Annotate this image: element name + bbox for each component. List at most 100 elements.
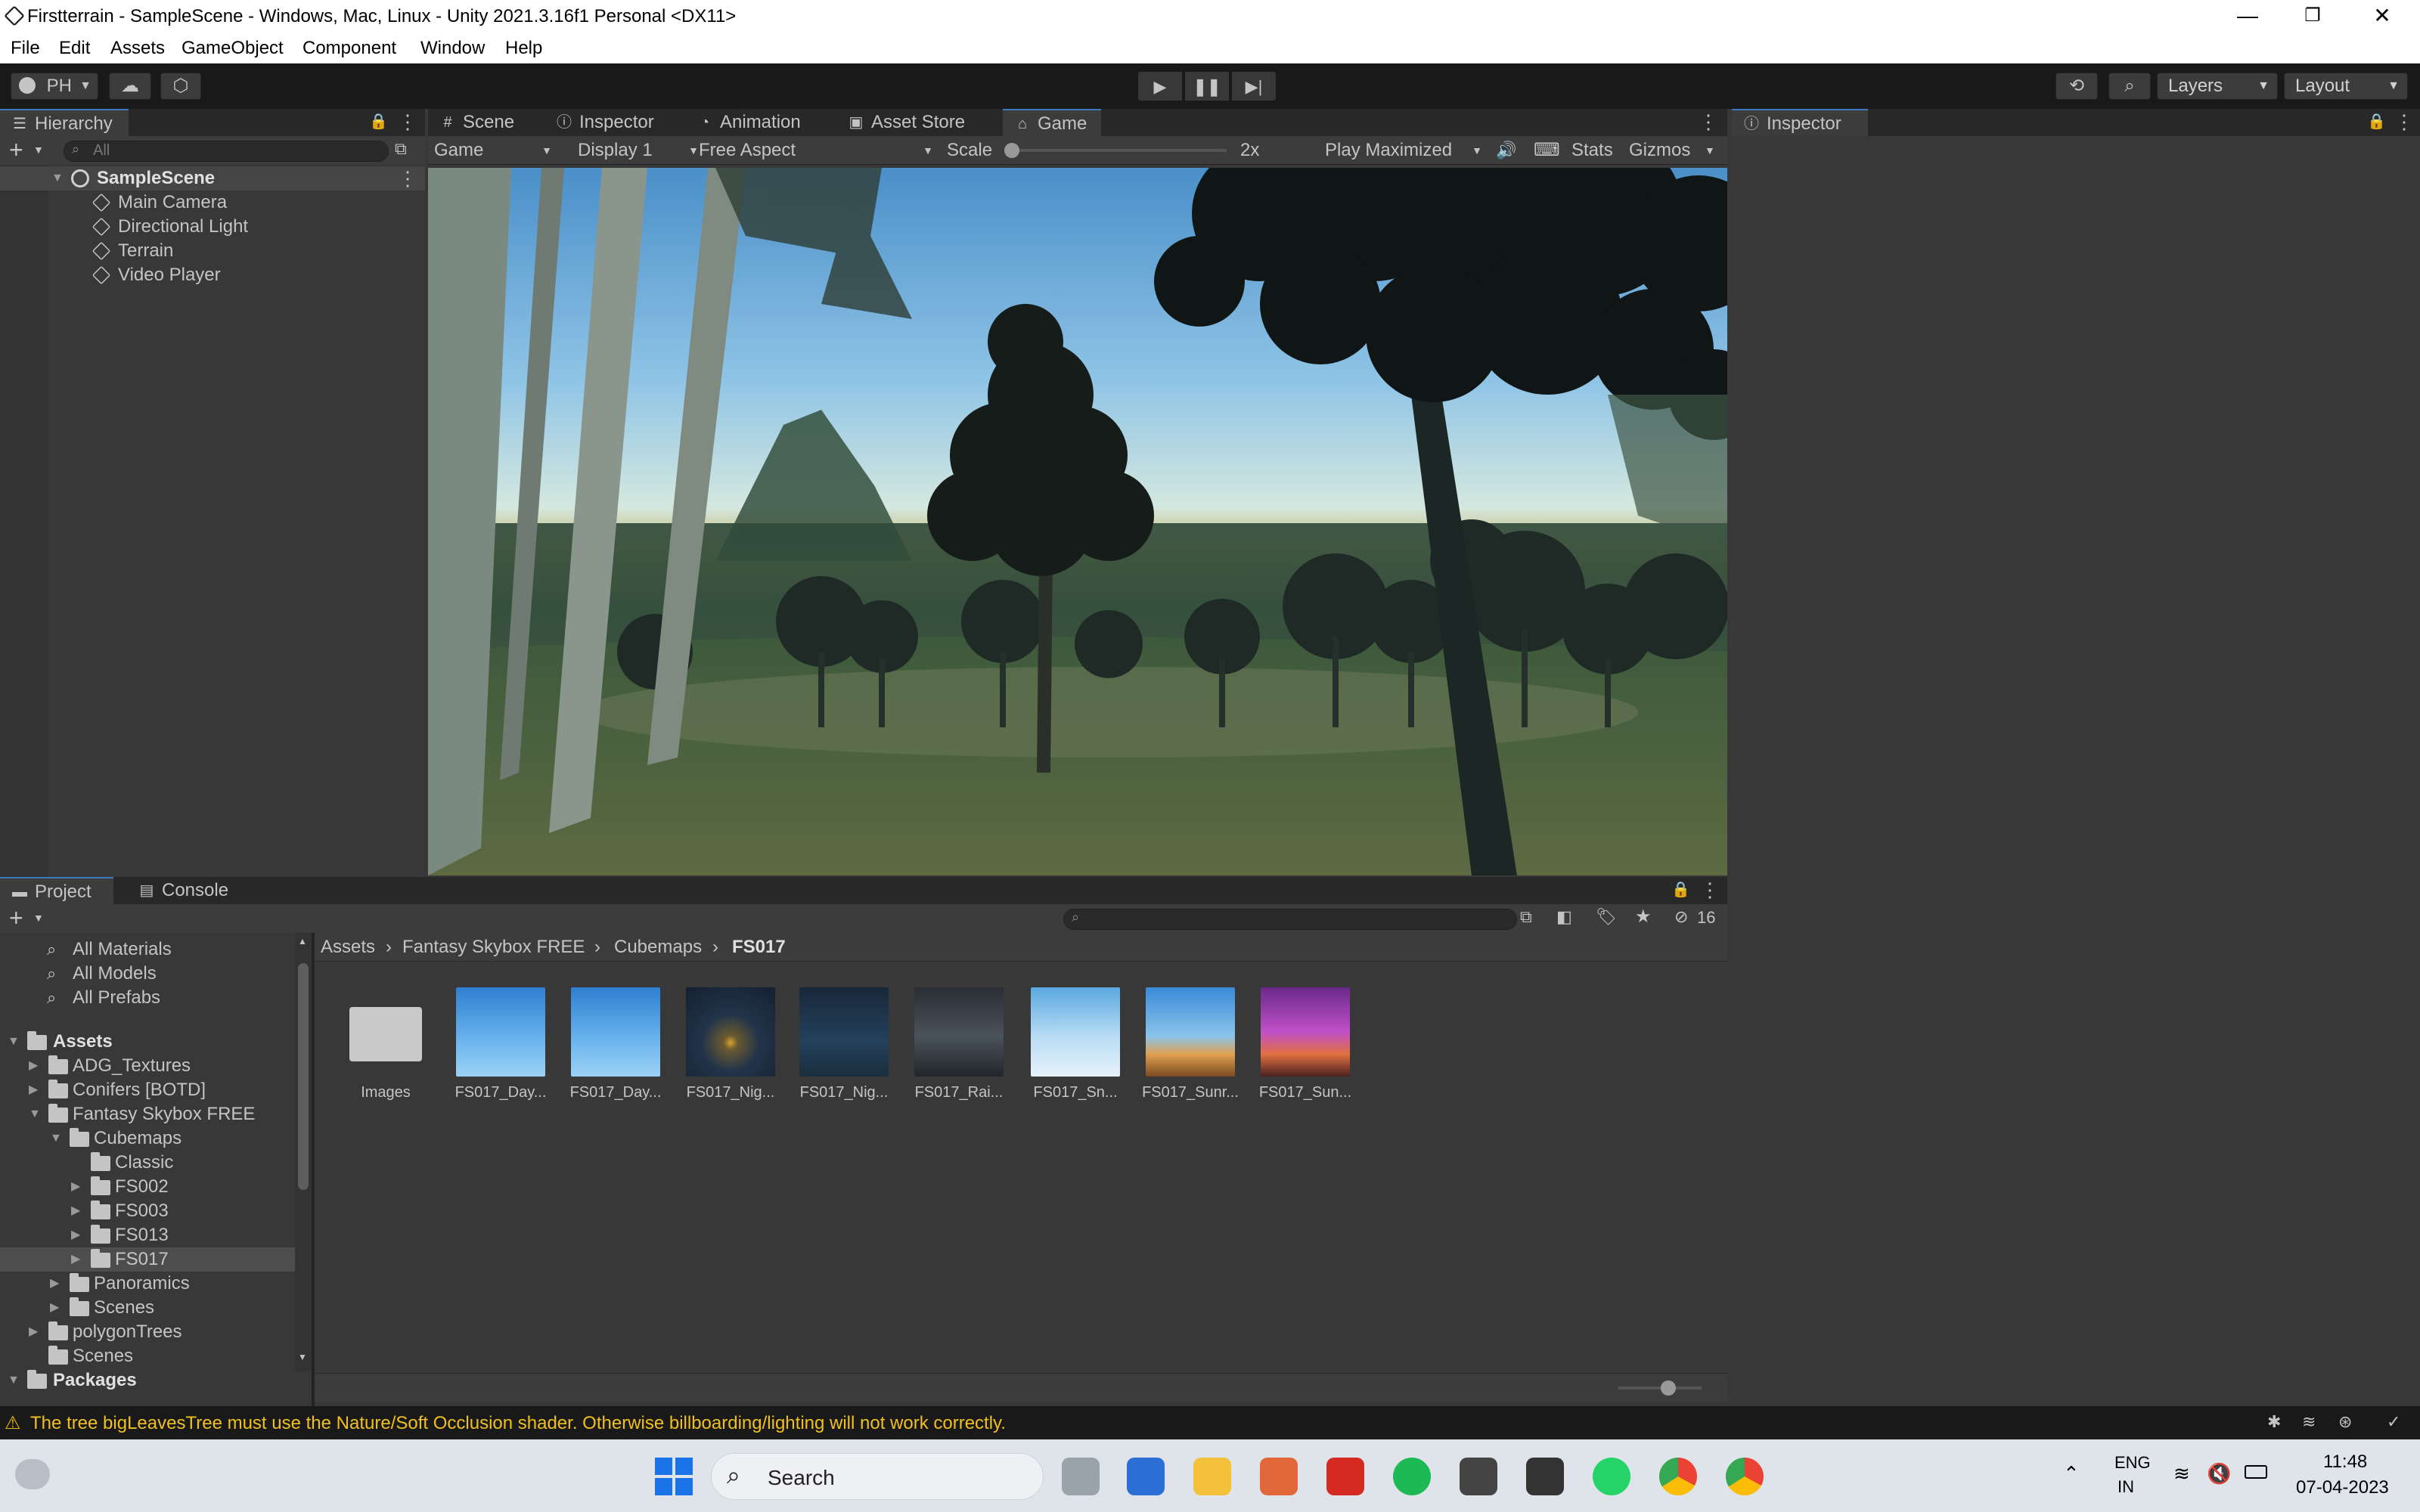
tree-item[interactable]: ▶ FS002	[0, 1175, 295, 1199]
expand-arrow-icon[interactable]: ▼	[29, 1102, 41, 1126]
wifi-icon[interactable]: ≋	[2173, 1462, 2190, 1486]
asset-item[interactable]: FS017_Day...	[563, 987, 669, 1101]
taskbar-search[interactable]: ⌕ Search	[711, 1453, 1044, 1500]
tree-item[interactable]: ▼ Fantasy Skybox FREE	[0, 1102, 295, 1126]
add-icon[interactable]: +	[9, 904, 23, 931]
close-button[interactable]: ✕	[2347, 0, 2417, 33]
clock-date[interactable]: 07-04-2023	[2296, 1477, 2389, 1498]
expand-arrow-icon[interactable]: ▶	[50, 1272, 59, 1296]
play-mode-dropdown[interactable]: Play Maximized ▼	[1325, 138, 1485, 163]
splitter[interactable]	[312, 933, 315, 1406]
asset-item[interactable]: FS017_Sun...	[1252, 987, 1358, 1101]
status-bar[interactable]: ⚠ The tree bigLeavesTree must use the Na…	[0, 1406, 2420, 1439]
whatsapp-icon[interactable]	[1593, 1458, 1630, 1495]
layers-dropdown[interactable]: Layers ▼	[2157, 73, 2278, 100]
menu-window[interactable]: Window	[420, 38, 485, 59]
collab-button[interactable]: ⬡	[160, 73, 201, 100]
scale-slider[interactable]	[1004, 143, 1227, 158]
asset-item[interactable]: FS017_Rai...	[906, 987, 1012, 1101]
tree-scrollbar[interactable]: ▲ ▼	[295, 933, 312, 1371]
unity-editor-icon[interactable]	[1526, 1458, 1564, 1495]
menu-file[interactable]: File	[11, 38, 40, 59]
speaker-muted-icon[interactable]: 🔇	[2207, 1462, 2231, 1486]
tree-item[interactable]: ▶ polygonTrees	[0, 1320, 295, 1344]
hierarchy-item[interactable]: Video Player	[0, 263, 425, 287]
asset-item[interactable]: FS017_Nig...	[791, 987, 897, 1101]
view-dropdown[interactable]: Game ▼	[434, 138, 555, 163]
more-menu-icon[interactable]: ⋮	[398, 110, 417, 134]
filter-type-icon[interactable]: ◧	[1556, 907, 1572, 927]
asset-item[interactable]: FS017_Sunr...	[1137, 987, 1243, 1101]
weather-icon[interactable]	[15, 1459, 50, 1489]
favorite-star-icon[interactable]: ★	[1635, 906, 1652, 928]
aspect-dropdown[interactable]: Free Aspect ▼	[699, 138, 936, 163]
step-button[interactable]: ▶|	[1231, 71, 1277, 101]
tab-inspector[interactable]: ⓘ Inspector	[544, 109, 684, 136]
layout-dropdown[interactable]: Layout ▼	[2284, 73, 2408, 100]
tab-asset-store[interactable]: ▣ Asset Store	[836, 109, 985, 136]
todo-icon[interactable]	[1127, 1458, 1165, 1495]
tab-game[interactable]: ⌂ Game	[1003, 109, 1101, 136]
expand-arrow-icon[interactable]: ▶	[29, 1078, 38, 1102]
acrobat-icon[interactable]	[1326, 1458, 1364, 1495]
auto-generate-lighting-icon[interactable]: ⊛	[2338, 1412, 2352, 1432]
task-view-icon[interactable]	[1062, 1458, 1100, 1495]
menu-assets[interactable]: Assets	[110, 38, 165, 59]
asset-item[interactable]: FS017_Day...	[448, 987, 554, 1101]
hierarchy-item[interactable]: Directional Light	[0, 215, 425, 239]
minimize-button[interactable]: —	[2213, 0, 2282, 33]
expand-arrow-icon[interactable]: ▼	[8, 1030, 20, 1054]
chevron-down-icon[interactable]: ▼	[33, 144, 44, 156]
expand-arrow-icon[interactable]: ▶	[71, 1223, 80, 1247]
expand-arrow-icon[interactable]: ▶	[71, 1247, 80, 1272]
hierarchy-search-input[interactable]: ⌕ All	[64, 141, 389, 162]
tree-item[interactable]: ▶ Scenes	[0, 1296, 295, 1320]
cache-server-icon[interactable]: ≋	[2302, 1412, 2316, 1432]
menu-component[interactable]: Component	[302, 38, 396, 59]
cloud-button[interactable]: ☁	[109, 73, 151, 100]
expand-arrow-icon[interactable]: ▶	[50, 1296, 59, 1320]
scroll-down-icon[interactable]: ▼	[298, 1352, 307, 1362]
slider-handle[interactable]	[1004, 143, 1019, 158]
clock-time[interactable]: 11:48	[2323, 1452, 2367, 1473]
expand-arrow-icon[interactable]: ▼	[51, 166, 64, 191]
slider-handle[interactable]	[1661, 1380, 1676, 1396]
tab-inspector-right[interactable]: ⓘ Inspector	[1732, 109, 1868, 136]
menu-edit[interactable]: Edit	[59, 38, 90, 59]
menu-gameobject[interactable]: GameObject	[182, 38, 284, 59]
lock-icon[interactable]: 🔒	[2367, 112, 2386, 131]
search-by-type-icon[interactable]: ⧉	[1520, 907, 1532, 927]
status-message[interactable]: The tree bigLeavesTree must use the Natu…	[30, 1413, 1006, 1434]
scroll-up-icon[interactable]: ▲	[298, 936, 307, 947]
tab-animation[interactable]: ◔ Animation	[685, 109, 833, 136]
input-method-indicator[interactable]: IN	[2118, 1477, 2134, 1497]
more-menu-icon[interactable]: ⋮	[398, 166, 417, 191]
debug-icon[interactable]: ✱	[2267, 1412, 2281, 1432]
lock-icon[interactable]: 🔒	[369, 112, 388, 131]
tree-item[interactable]: ▶ ADG_Textures	[0, 1054, 295, 1078]
tab-scene[interactable]: # Scene	[428, 109, 541, 136]
expand-arrow-icon[interactable]: ▶	[71, 1175, 80, 1199]
chrome-profile-icon[interactable]	[1726, 1458, 1764, 1495]
chevron-up-icon[interactable]: ⌃	[2063, 1462, 2080, 1486]
chevron-down-icon[interactable]: ▼	[33, 912, 44, 924]
search-button[interactable]: ⌕	[2108, 73, 2151, 100]
breadcrumb-item[interactable]: Assets	[321, 937, 375, 958]
gizmos-button[interactable]: Gizmos	[1629, 138, 1690, 163]
add-icon[interactable]: +	[9, 136, 23, 163]
account-dropdown[interactable]: PH ▼	[11, 73, 98, 100]
breadcrumb-item-current[interactable]: FS017	[732, 937, 786, 958]
windows-start-icon[interactable]	[655, 1458, 693, 1495]
asset-item[interactable]: FS017_Nig...	[678, 987, 783, 1101]
battery-icon[interactable]	[2245, 1465, 2267, 1479]
file-explorer-icon[interactable]	[1193, 1458, 1231, 1495]
menu-help[interactable]: Help	[505, 38, 542, 59]
tree-item[interactable]: Classic	[0, 1151, 295, 1175]
chrome-icon[interactable]	[1659, 1458, 1697, 1495]
icon-size-slider[interactable]	[1618, 1380, 1702, 1396]
tree-root-packages[interactable]: ▼ Packages	[0, 1368, 295, 1393]
tree-root-assets[interactable]: ▼ Assets	[0, 1030, 295, 1054]
restore-button[interactable]: ❐	[2278, 0, 2347, 33]
spotify-icon[interactable]	[1393, 1458, 1431, 1495]
mute-audio-icon[interactable]: 🔊	[1496, 138, 1516, 163]
